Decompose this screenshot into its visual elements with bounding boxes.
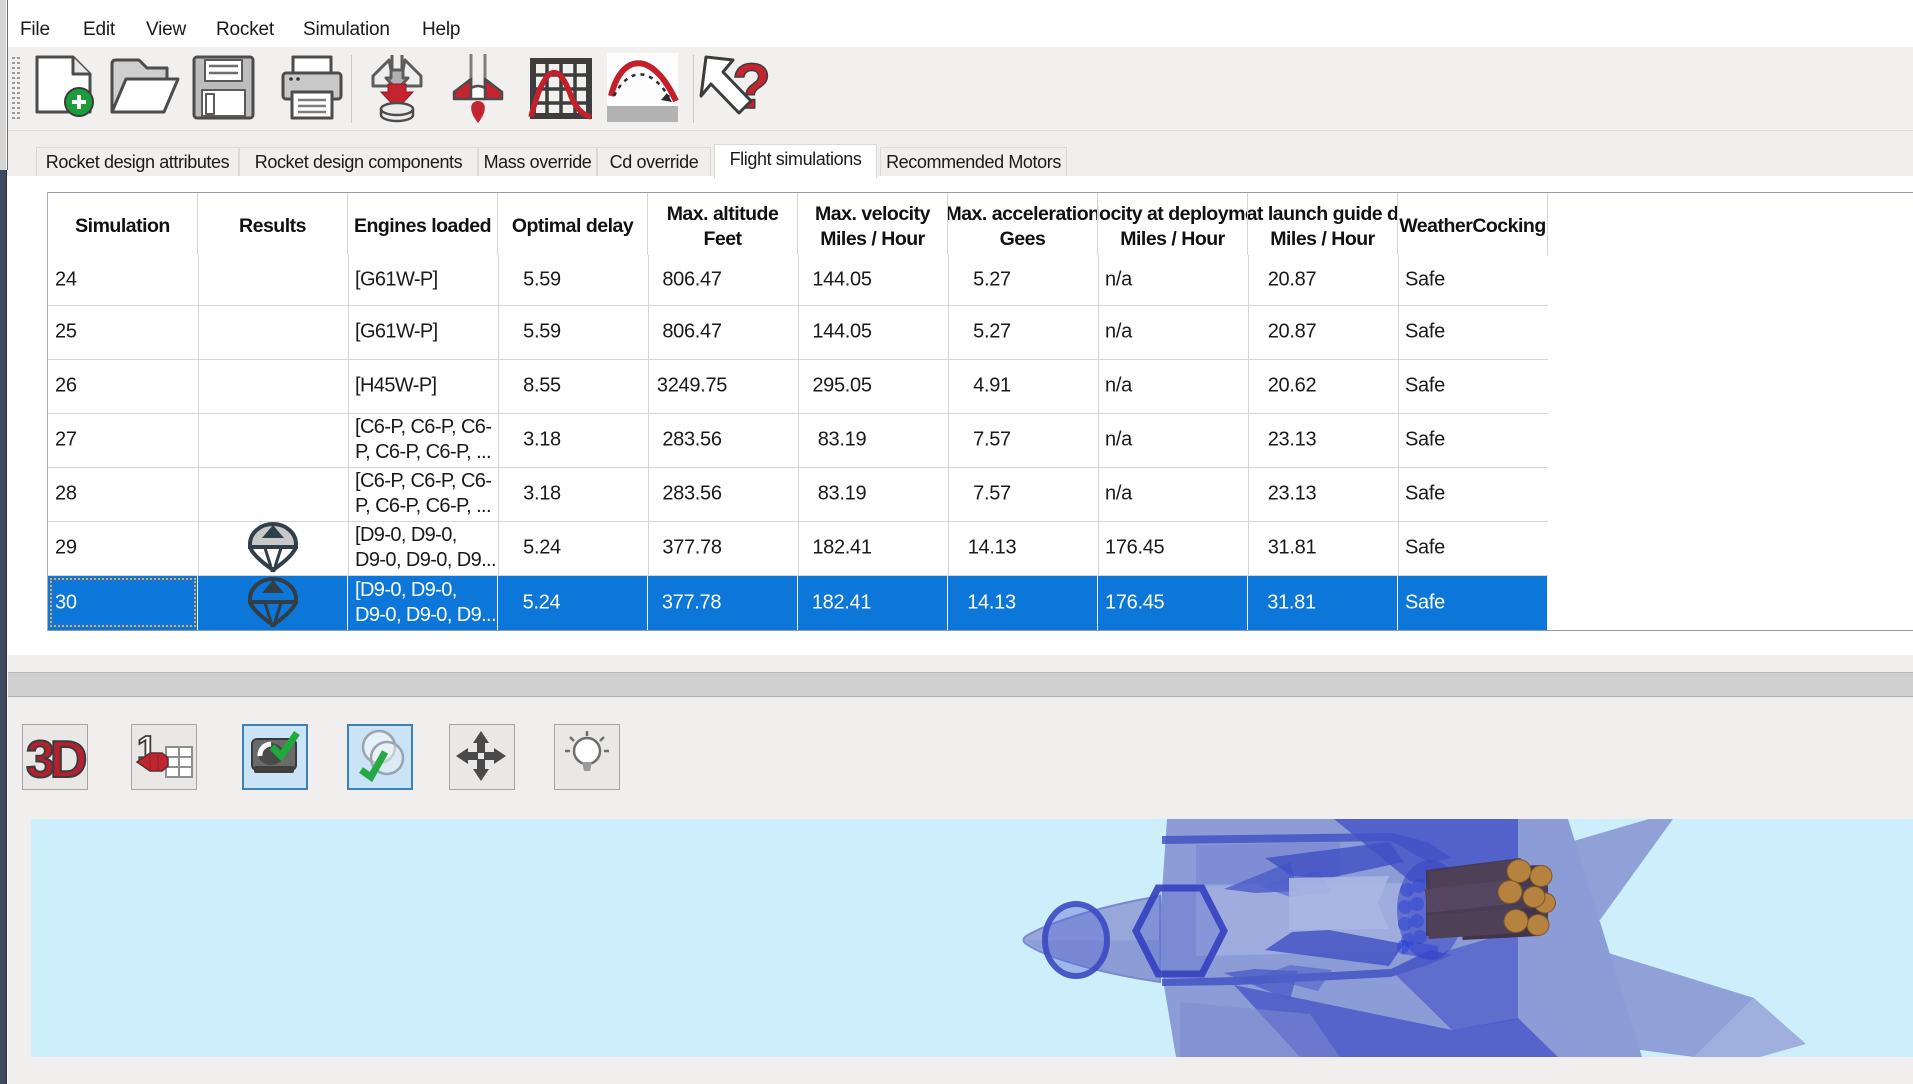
svg-text:3D: 3D	[26, 731, 86, 789]
